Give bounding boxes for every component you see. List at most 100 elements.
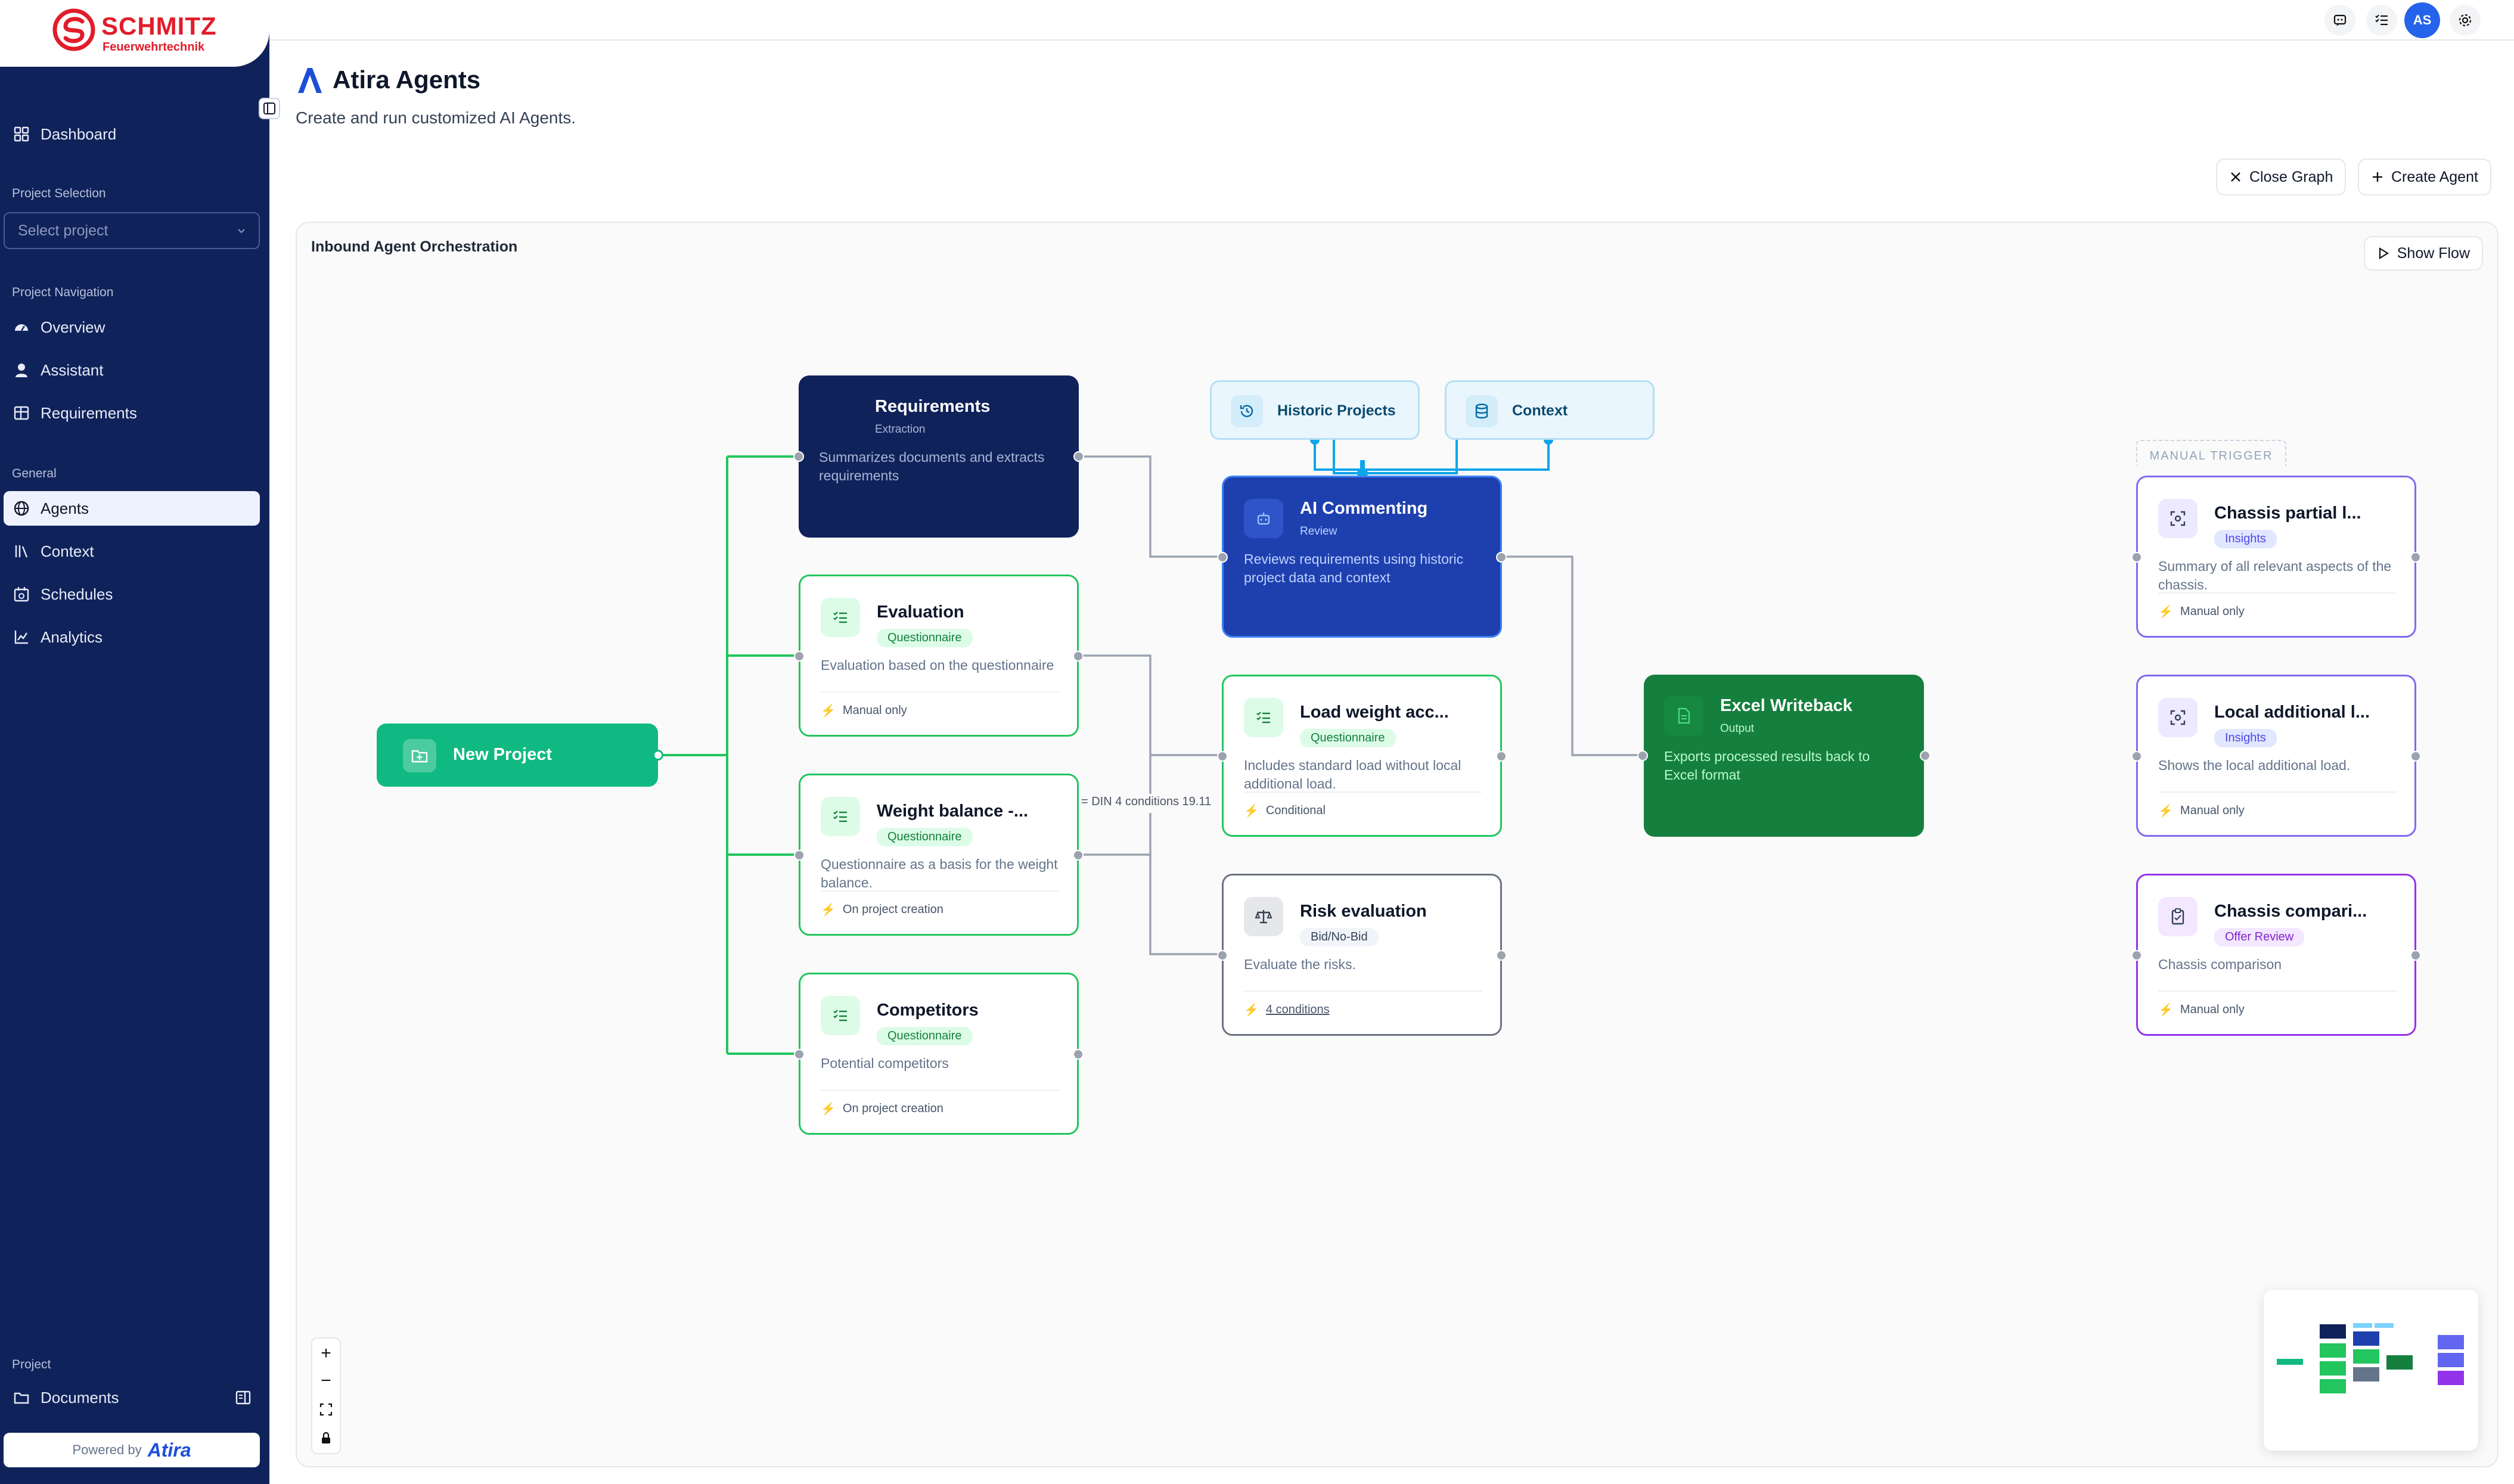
chat-button[interactable] (2324, 5, 2355, 36)
node-chassis-partial[interactable]: Chassis partial l... Insights Summary of… (2131, 476, 2421, 638)
node-input-handle[interactable] (793, 451, 804, 462)
documents-panel-icon[interactable] (235, 1389, 252, 1406)
checklist-icon (821, 996, 860, 1035)
conditions-link[interactable]: 4 conditions (1266, 1003, 1330, 1017)
node-output-handle[interactable] (2410, 950, 2421, 961)
node-badge: Insights (2214, 530, 2277, 548)
sidebar-item-assistant[interactable]: Assistant (4, 353, 260, 387)
node-input-handle[interactable] (2131, 751, 2142, 762)
node-input-handle[interactable] (1217, 751, 1228, 762)
node-load-weight[interactable]: Load weight acc... Questionnaire Include… (1217, 675, 1507, 837)
checklist-button[interactable] (2366, 5, 2397, 36)
node-output-handle[interactable] (2410, 751, 2421, 762)
page-title: Atira Agents (333, 66, 481, 94)
node-input-handle[interactable] (1637, 750, 1648, 761)
node-title: Competitors (877, 1001, 979, 1020)
node-weight-balance[interactable]: Weight balance -... Questionnaire Questi… (794, 774, 1084, 936)
node-output-handle[interactable] (653, 750, 663, 760)
node-footer: ⚡ Manual only (821, 691, 1059, 718)
sidebar-item-context[interactable]: Context (4, 534, 260, 569)
node-badge: Bid/No-Bid (1300, 928, 1379, 946)
node-footer: ⚡ Conditional (1244, 791, 1482, 818)
graph-canvas[interactable]: Inbound Agent Orchestration Show Flow = … (296, 222, 2499, 1467)
node-ai-commenting[interactable]: AI Commenting Review Reviews requirement… (1217, 476, 1507, 638)
node-input-handle[interactable] (2131, 552, 2142, 563)
node-description: Includes standard load without local add… (1244, 757, 1461, 792)
node-evaluation[interactable]: Evaluation Questionnaire Evaluation base… (794, 575, 1084, 737)
checklist-icon (2375, 14, 2388, 26)
powered-by-badge[interactable]: Powered by Atira (4, 1433, 260, 1467)
node-output-handle[interactable] (1073, 1049, 1084, 1060)
brand-name: SCHMITZ (101, 12, 217, 40)
node-output-handle[interactable] (1496, 751, 1507, 762)
node-input-handle[interactable] (794, 1049, 805, 1060)
topbar: AS (269, 0, 2514, 41)
node-competitors[interactable]: Competitors Questionnaire Potential comp… (794, 973, 1084, 1135)
sidebar-item-documents[interactable]: Documents (4, 1380, 260, 1415)
sidebar-item-requirements[interactable]: Requirements (4, 396, 260, 430)
close-icon (2231, 172, 2240, 182)
chat-icon (2333, 14, 2347, 26)
node-historic-projects[interactable]: Historic Projects (1210, 380, 1420, 440)
sidebar-item-dashboard[interactable]: Dashboard (4, 117, 260, 151)
trigger-icon: ⚡ (1244, 805, 1259, 818)
node-output-handle[interactable] (1073, 850, 1084, 861)
node-input-handle[interactable] (1217, 552, 1228, 563)
node-input-handle[interactable] (794, 651, 805, 662)
node-output-handle[interactable] (1496, 552, 1507, 563)
node-output-handle[interactable] (1920, 750, 1930, 761)
zoom-out-button[interactable]: − (312, 1367, 340, 1395)
fit-view-button[interactable] (312, 1396, 340, 1423)
sidebar-item-schedules[interactable]: Schedules (4, 577, 260, 611)
project-select-placeholder: Select project (18, 222, 108, 239)
trigger-icon: ⚡ (2158, 1004, 2173, 1017)
node-title: Requirements (875, 397, 991, 416)
node-new-project[interactable]: New Project (377, 724, 663, 787)
clipboard-icon (2158, 897, 2198, 936)
node-title: New Project (453, 745, 552, 764)
node-input-handle[interactable] (794, 850, 805, 861)
node-title: Excel Writeback (1720, 696, 1852, 715)
node-title: Evaluation (877, 603, 964, 622)
node-description: Summarizes documents and extracts requir… (819, 449, 1045, 484)
node-chassis-comparison[interactable]: Chassis compari... Offer Review Chassis … (2131, 874, 2421, 1036)
node-risk-evaluation[interactable]: Risk evaluation Bid/No-Bid Evaluate the … (1217, 874, 1507, 1036)
settings-icon (2459, 14, 2472, 27)
user-icon (15, 364, 27, 377)
node-context[interactable]: Context (1445, 380, 1655, 440)
general-label: General (12, 467, 57, 480)
user-avatar[interactable]: AS (2404, 2, 2440, 38)
zoom-in-button[interactable]: + (312, 1340, 340, 1367)
powered-by-label: Powered by (72, 1442, 142, 1457)
minimap[interactable] (2264, 1290, 2478, 1451)
node-requirements[interactable]: Requirements Extraction Summarizes docum… (793, 375, 1084, 538)
sidebar-item-analytics[interactable]: Analytics (4, 620, 260, 654)
edge-condition-label: = DIN 4 conditions 19.11 (1081, 795, 1212, 808)
project-select[interactable]: Select project (4, 212, 260, 249)
atira-logo-icon (298, 68, 322, 93)
node-local-additional[interactable]: Local additional l... Insights Shows the… (2131, 675, 2421, 837)
node-title: Load weight acc... (1300, 703, 1449, 722)
create-agent-button[interactable]: Create Agent (2358, 159, 2491, 195)
node-output-handle[interactable] (2410, 552, 2421, 563)
node-title: Risk evaluation (1300, 902, 1427, 921)
table-icon (14, 406, 29, 420)
node-input-handle[interactable] (1217, 950, 1228, 961)
node-input-handle[interactable] (2131, 950, 2142, 961)
node-excel-writeback[interactable]: Excel Writeback Output Exports processed… (1637, 675, 1930, 837)
gauge-icon (15, 324, 28, 331)
settings-button[interactable] (2450, 5, 2481, 36)
node-title: Chassis partial l... (2214, 504, 2361, 523)
library-icon (15, 545, 28, 558)
chevron-down-icon (238, 229, 245, 234)
close-graph-button[interactable]: Close Graph (2216, 159, 2347, 195)
sidebar-item-overview[interactable]: Overview (4, 310, 260, 344)
lock-button[interactable] (312, 1424, 340, 1452)
sidebar-collapse-button[interactable] (259, 98, 280, 119)
node-output-handle[interactable] (1496, 950, 1507, 961)
sidebar-item-agents[interactable]: Agents (4, 491, 260, 526)
node-output-handle[interactable] (1073, 651, 1084, 662)
edge-historic-ai (1314, 440, 1362, 471)
sidebar-item-label: Schedules (41, 585, 113, 603)
node-output-handle[interactable] (1073, 451, 1084, 462)
